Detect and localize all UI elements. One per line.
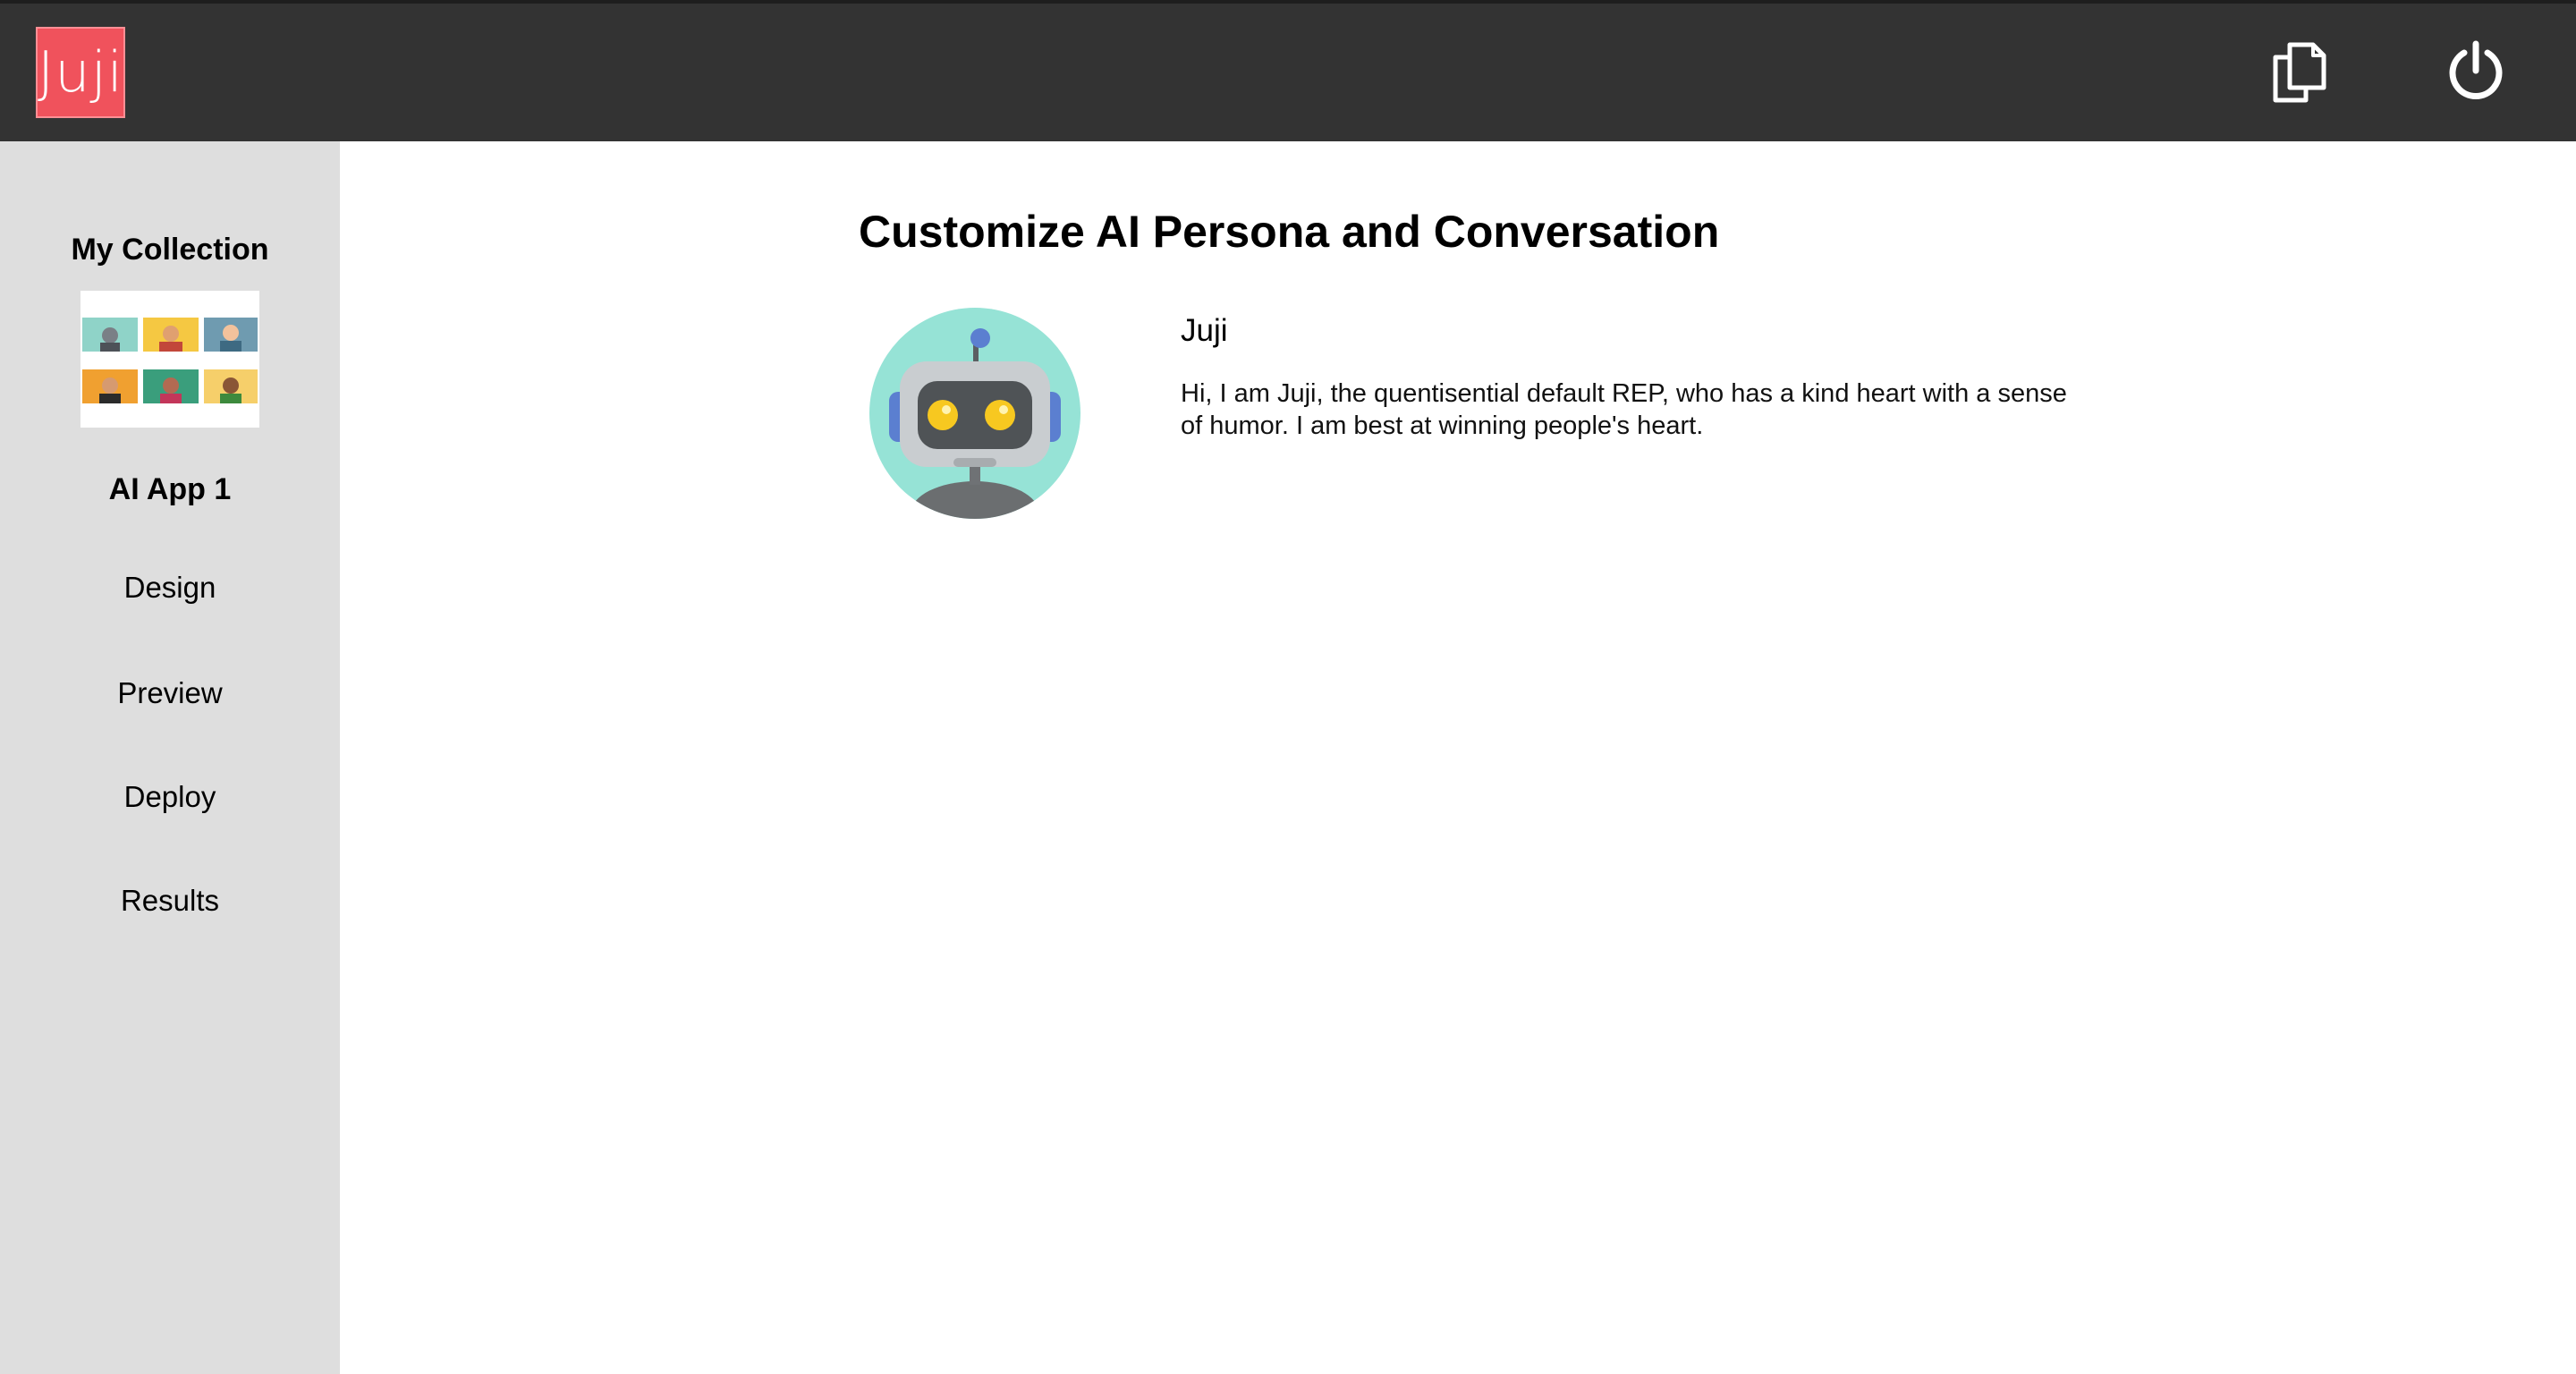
sidebar-item-design[interactable]: Design [0, 571, 340, 605]
sidebar-item-deploy[interactable]: Deploy [0, 780, 340, 814]
sidebar-item-preview[interactable]: Preview [0, 676, 340, 710]
sidebar-item-results[interactable]: Results [0, 884, 340, 918]
copy-icon[interactable] [2263, 36, 2334, 107]
top-bar: Juji [0, 0, 2576, 141]
robot-avatar-icon[interactable] [868, 306, 1082, 521]
persona-name: Juji [1181, 313, 1228, 348]
my-collection-title[interactable]: My Collection [0, 233, 340, 267]
collection-thumbnail[interactable] [80, 291, 259, 428]
power-icon[interactable] [2440, 36, 2512, 107]
app-title: AI App 1 [108, 472, 232, 506]
page-title: Customize AI Persona and Conversation [859, 207, 1720, 257]
logo-text: Juji [37, 39, 124, 105]
juji-logo[interactable]: Juji [36, 27, 125, 118]
persona-description: Hi, I am Juji, the quentisential default… [1181, 379, 2067, 440]
